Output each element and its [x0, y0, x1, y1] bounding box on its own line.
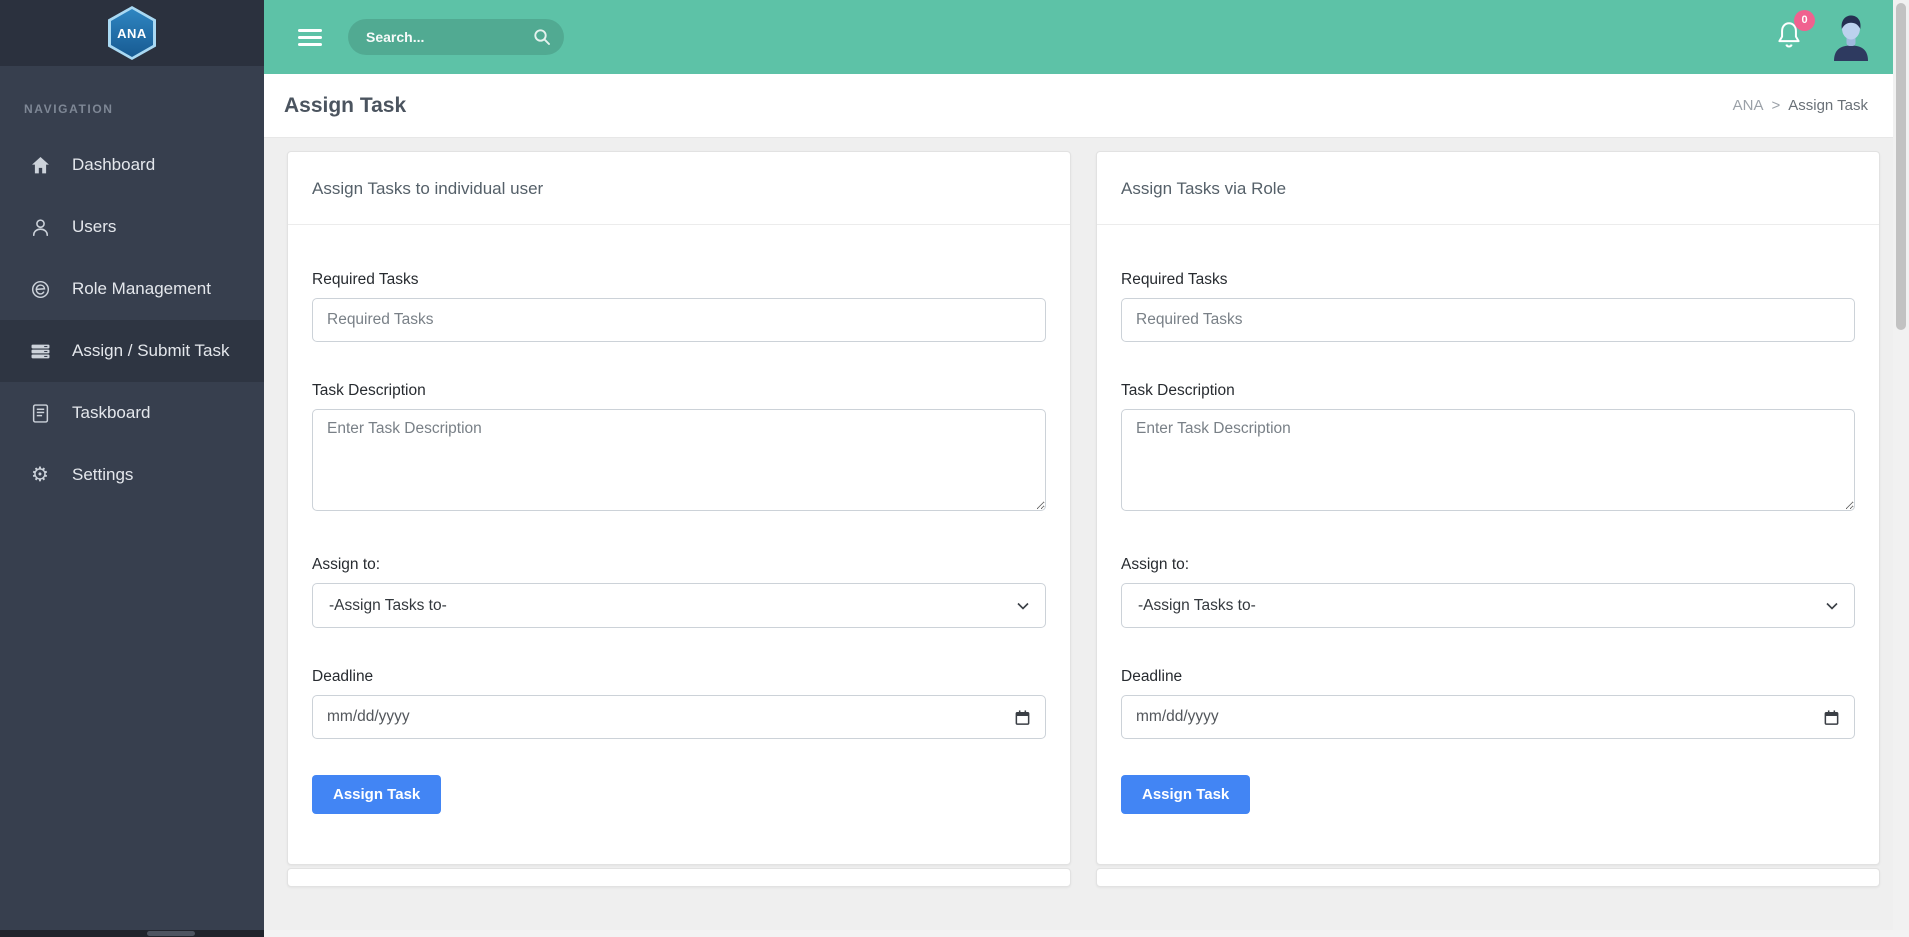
page-header: Assign Task ANA > Assign Task	[264, 74, 1893, 138]
horizontal-scrollbar[interactable]	[0, 930, 1909, 937]
home-icon	[30, 155, 50, 175]
vertical-scrollbar-thumb[interactable]	[1896, 3, 1906, 330]
deadline-date-input[interactable]: mm/dd/yyyy	[312, 695, 1046, 739]
chevron-down-icon	[1017, 602, 1029, 610]
assign-to-label: Assign to:	[1121, 556, 1190, 573]
required-tasks-label: Required Tasks	[312, 271, 419, 288]
assign-to-select[interactable]: -Assign Tasks to-	[1121, 583, 1855, 628]
deadline-date-input[interactable]: mm/dd/yyyy	[1121, 695, 1855, 739]
sidebar-item-dashboard[interactable]: Dashboard	[0, 134, 264, 196]
sidebar: ANA NAVIGATION Dashboard Users Role Mana…	[0, 0, 264, 937]
card-footer	[1096, 868, 1880, 887]
breadcrumb-root[interactable]: ANA	[1733, 97, 1764, 114]
role-icon	[30, 279, 50, 299]
required-tasks-label: Required Tasks	[1121, 271, 1228, 288]
assign-individual-card: Assign Tasks to individual user Required…	[287, 151, 1071, 865]
card-title: Assign Tasks via Role	[1121, 179, 1287, 198]
tasks-icon	[30, 341, 50, 361]
required-tasks-input[interactable]	[1121, 298, 1855, 342]
sidebar-item-users[interactable]: Users	[0, 196, 264, 258]
breadcrumb-current: Assign Task	[1788, 97, 1868, 114]
chevron-down-icon	[1826, 602, 1838, 610]
sidebar-item-label: Assign / Submit Task	[72, 341, 230, 360]
search-input[interactable]	[348, 19, 564, 55]
search-box	[348, 19, 564, 55]
card-title: Assign Tasks to individual user	[312, 179, 544, 198]
sidebar-item-label: Users	[72, 217, 117, 236]
sidebar-item-label: Settings	[72, 465, 134, 484]
document-icon	[30, 403, 50, 423]
assign-task-button[interactable]: Assign Task	[312, 775, 442, 814]
notification-badge: 0	[1794, 9, 1815, 31]
assign-to-select[interactable]: -Assign Tasks to-	[312, 583, 1046, 628]
task-description-label: Task Description	[1121, 382, 1235, 399]
ana-logo: ANA	[108, 6, 156, 60]
assign-role-card: Assign Tasks via Role Required Tasks Tas…	[1096, 151, 1880, 865]
breadcrumb: ANA > Assign Task	[1733, 97, 1868, 114]
assign-individual-column: Assign Tasks to individual user Required…	[287, 151, 1071, 887]
deadline-label: Deadline	[312, 668, 374, 685]
assign-role-column: Assign Tasks via Role Required Tasks Tas…	[1096, 151, 1880, 887]
horizontal-scrollbar-thumb[interactable]	[147, 931, 195, 936]
main-content: Assign Tasks to individual user Required…	[264, 138, 1893, 930]
gear-icon: ⚙	[31, 464, 49, 486]
sidebar-item-label: Dashboard	[72, 155, 156, 174]
topbar: 0	[264, 0, 1893, 74]
logo-text: ANA	[117, 25, 147, 41]
breadcrumb-separator: >	[1771, 97, 1781, 114]
assign-to-label: Assign to:	[312, 556, 381, 573]
calendar-icon[interactable]	[1014, 709, 1031, 726]
task-description-label: Task Description	[312, 382, 426, 399]
page-title: Assign Task	[284, 93, 407, 117]
sidebar-item-role-management[interactable]: Role Management	[0, 258, 264, 320]
user-icon	[30, 217, 50, 237]
required-tasks-input[interactable]	[312, 298, 1046, 342]
search-icon[interactable]	[533, 28, 551, 51]
menu-toggle-icon[interactable]	[298, 28, 322, 46]
user-avatar[interactable]	[1827, 12, 1875, 62]
task-description-textarea[interactable]	[1121, 409, 1855, 511]
calendar-icon[interactable]	[1823, 709, 1840, 726]
nav-section-label: NAVIGATION	[24, 102, 114, 116]
sidebar-item-label: Role Management	[72, 279, 211, 298]
brand-header[interactable]: ANA	[0, 0, 264, 66]
sidebar-item-taskboard[interactable]: Taskboard	[0, 382, 264, 444]
deadline-label: Deadline	[1121, 668, 1183, 685]
assign-task-button[interactable]: Assign Task	[1121, 775, 1251, 814]
notifications-button[interactable]: 0	[1773, 9, 1815, 57]
task-description-textarea[interactable]	[312, 409, 1046, 511]
sidebar-item-label: Taskboard	[72, 403, 151, 422]
card-footer	[287, 868, 1071, 887]
sidebar-item-settings[interactable]: ⚙ Settings	[0, 444, 264, 506]
topbar-right: 0	[1773, 9, 1883, 62]
vertical-scrollbar[interactable]	[1893, 0, 1909, 930]
sidebar-item-assign-submit-task[interactable]: Assign / Submit Task	[0, 320, 264, 382]
